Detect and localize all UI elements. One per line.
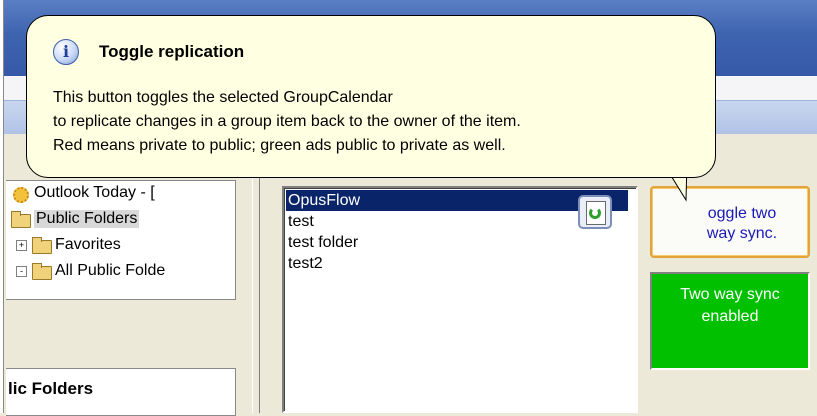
status-line2: enabled [701, 308, 759, 325]
tooltip-line: This button toggles the selected GroupCa… [53, 89, 393, 106]
status-text: Two way sync enabled [652, 284, 808, 328]
toggle-label-line2: way sync. [706, 225, 778, 242]
outlook-today-icon [10, 184, 30, 203]
toggle-button-label: oggle two way sync. [652, 204, 808, 244]
tooltip-line: to replicate changes in a group item bac… [53, 113, 521, 130]
list-item[interactable]: OpusFlow [286, 190, 628, 211]
list-item[interactable]: test folder [286, 232, 628, 253]
favorites-folder-icon [31, 236, 52, 254]
folder-section-panel: lic Folders [6, 368, 236, 416]
list-item[interactable]: test2 [286, 253, 628, 274]
tree-item-outlook-today[interactable]: Outlook Today - [ [10, 181, 155, 205]
tree-item-favorites[interactable]: + Favorites [16, 233, 121, 257]
folder-tree[interactable]: Outlook Today - [ Public Folders + Favor… [6, 180, 236, 300]
tree-item-public-folders[interactable]: Public Folders [10, 207, 140, 231]
tooltip-balloon: i Toggle replication This button toggles… [26, 15, 716, 178]
public-folders-icon [10, 210, 31, 228]
tooltip-title: Toggle replication [99, 42, 245, 61]
info-icon: i [53, 39, 79, 65]
refresh-button[interactable] [578, 195, 612, 229]
all-public-folders-icon [31, 262, 52, 280]
folder-section-title: lic Folders [8, 379, 94, 398]
toggle-two-way-sync-button[interactable]: oggle two way sync. [650, 186, 810, 258]
refresh-arrow-icon [589, 207, 601, 219]
tree-item-label: All Public Folde [55, 262, 166, 279]
tree-item-all-public-folders[interactable]: - All Public Folde [16, 259, 165, 283]
tooltip-line: Red means private to public; green ads p… [53, 137, 506, 154]
sync-status-indicator: Two way sync enabled [650, 272, 810, 370]
list-item[interactable]: test [286, 211, 628, 232]
collapse-icon[interactable]: - [16, 265, 27, 277]
toggle-label-line1: oggle two [707, 205, 777, 222]
tree-item-label: Favorites [55, 236, 121, 253]
tree-item-label: Outlook Today - [ [34, 184, 155, 201]
tree-item-label: Public Folders [34, 210, 140, 228]
expand-icon[interactable]: + [16, 239, 27, 251]
status-line1: Two way sync [680, 286, 780, 303]
